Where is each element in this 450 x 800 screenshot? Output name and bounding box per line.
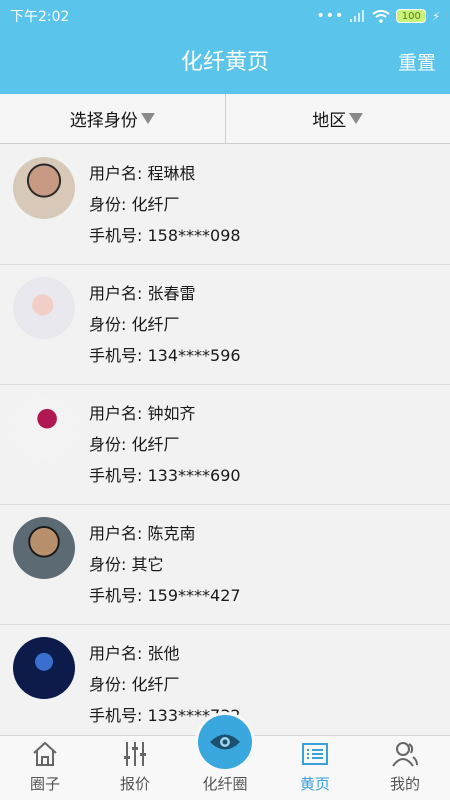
identity-label: 身份: xyxy=(89,675,132,694)
avatar xyxy=(13,277,75,339)
bottom-tab-bar: 圈子 报价 化纤圈 黄页 我的 xyxy=(0,715,450,800)
tab-circle[interactable]: 圈子 xyxy=(0,736,90,800)
username-label: 用户名: xyxy=(89,404,148,423)
tab-me[interactable]: 我的 xyxy=(360,736,450,800)
phone-value: 158****098 xyxy=(147,226,241,245)
caret-down-icon xyxy=(349,113,364,124)
identity-label: 身份: xyxy=(89,195,132,214)
phone-label: 手机号: xyxy=(89,466,148,485)
signal-icon xyxy=(350,10,365,22)
tab-quotes[interactable]: 报价 xyxy=(90,736,180,800)
region-filter-label: 地区 xyxy=(312,111,347,131)
identity-label: 身份: xyxy=(89,435,132,454)
phone-value: 159****427 xyxy=(147,586,241,605)
phone-label: 手机号: xyxy=(89,706,148,725)
identity-value: 其它 xyxy=(131,555,164,574)
status-bar: 下午2:02 ••• 100 ⚡ xyxy=(0,0,450,32)
tab-yellow-pages[interactable]: 黄页 xyxy=(270,736,360,800)
identity-value: 化纤厂 xyxy=(131,435,180,454)
tab-label: 黄页 xyxy=(299,775,330,793)
reset-button[interactable]: 重置 xyxy=(398,32,436,94)
home-icon xyxy=(33,741,57,766)
sliders-icon xyxy=(124,742,146,766)
tab-fiber-circle[interactable]: 化纤圈 xyxy=(180,715,270,800)
list-icon xyxy=(302,743,328,765)
list-item[interactable]: 用户名: 程琳根 身份: 化纤厂 手机号: 158****098 xyxy=(0,145,450,265)
battery-icon: 100 xyxy=(396,9,427,23)
tab-label: 我的 xyxy=(389,775,420,793)
filter-bar: 选择身份 地区 xyxy=(0,94,450,144)
list-item[interactable]: 用户名: 钟如齐 身份: 化纤厂 手机号: 133****690 xyxy=(0,385,450,505)
username-value: 陈克南 xyxy=(147,524,196,543)
app-bar: 化纤黄页 重置 xyxy=(0,32,450,94)
username-label: 用户名: xyxy=(89,524,148,543)
username-value: 张他 xyxy=(147,644,180,663)
identity-filter-dropdown[interactable]: 选择身份 xyxy=(0,94,225,143)
list-item[interactable]: 用户名: 陈克南 身份: 其它 手机号: 159****427 xyxy=(0,505,450,625)
wifi-icon xyxy=(372,9,390,23)
username-label: 用户名: xyxy=(89,284,148,303)
identity-filter-label: 选择身份 xyxy=(69,111,138,131)
tab-label: 化纤圈 xyxy=(202,775,248,793)
charging-icon: ⚡ xyxy=(432,9,440,23)
username-value: 张春雷 xyxy=(147,284,196,303)
status-icons: ••• 100 ⚡ xyxy=(316,8,440,24)
fiber-circle-button[interactable] xyxy=(198,715,252,769)
phone-value: 133****690 xyxy=(147,466,241,485)
username-label: 用户名: xyxy=(89,164,148,183)
tab-label: 报价 xyxy=(119,775,150,793)
tab-label: 圈子 xyxy=(29,775,60,793)
user-list: 用户名: 程琳根 身份: 化纤厂 手机号: 158****098 用户名: 张春… xyxy=(0,145,450,735)
username-label: 用户名: xyxy=(89,644,148,663)
page-title: 化纤黄页 xyxy=(180,50,269,75)
caret-down-icon xyxy=(140,113,155,124)
list-item[interactable]: 用户名: 张春雷 身份: 化纤厂 手机号: 134****596 xyxy=(0,265,450,385)
user-icon xyxy=(392,742,418,767)
username-value: 钟如齐 xyxy=(147,404,196,423)
avatar xyxy=(13,637,75,699)
identity-value: 化纤厂 xyxy=(131,315,180,334)
phone-label: 手机号: xyxy=(89,346,148,365)
identity-value: 化纤厂 xyxy=(131,675,180,694)
phone-label: 手机号: xyxy=(89,226,148,245)
phone-value: 134****596 xyxy=(147,346,241,365)
avatar xyxy=(13,517,75,579)
avatar xyxy=(13,157,75,219)
identity-value: 化纤厂 xyxy=(131,195,180,214)
region-filter-dropdown[interactable]: 地区 xyxy=(224,94,450,143)
username-value: 程琳根 xyxy=(147,164,196,183)
identity-label: 身份: xyxy=(89,555,132,574)
phone-label: 手机号: xyxy=(89,586,148,605)
status-time: 下午2:02 xyxy=(10,9,70,25)
identity-label: 身份: xyxy=(89,315,132,334)
more-icon: ••• xyxy=(316,8,345,24)
avatar xyxy=(13,397,75,459)
eye-icon xyxy=(210,734,240,750)
